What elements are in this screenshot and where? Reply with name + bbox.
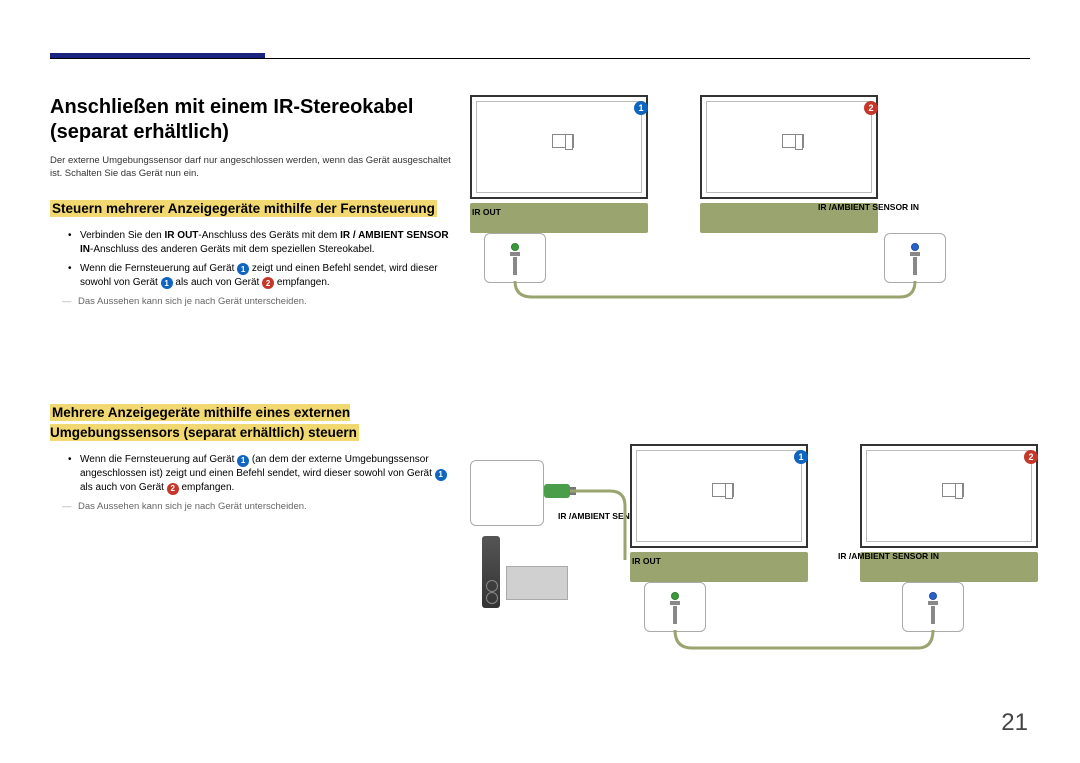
badge-2-icon: 2 [167,483,179,495]
section2-note: Das Aussehen kann sich je nach Gerät unt… [68,501,455,512]
section2-heading-wrap: Mehrere Anzeigegeräte mithilfe eines ext… [50,403,455,444]
badge-1-icon: 1 [237,455,249,467]
badge-1-icon: 1 [161,277,173,289]
section1-bullet2: Wenn die Fernsteuerung auf Gerät 1 zeigt… [68,262,455,290]
section2-bullet1: Wenn die Fernsteuerung auf Gerät 1 (an d… [68,453,455,495]
page-container: Anschließen mit einem IR-Stereokabel (se… [0,0,1080,763]
page-title: Anschließen mit einem IR-Stereokabel (se… [50,95,455,145]
text: -Anschluss des Geräts mit dem [198,230,340,241]
section1-heading: Steuern mehrerer Anzeigegeräte mithilfe … [50,200,437,217]
badge-1-icon: 1 [237,263,249,275]
diagram-2: IR /AMBIENT SENSOR IN 1 IR OUT 2 IR /AMB… [470,460,1040,690]
spacer [50,335,455,403]
section1-heading-wrap: Steuern mehrerer Anzeigegeräte mithilfe … [50,199,455,219]
text: -Anschluss des anderen Geräts mit dem sp… [90,244,375,255]
text: empfangen. [179,482,235,493]
text: als auch von Gerät [173,277,263,288]
section1-note: Das Aussehen kann sich je nach Gerät unt… [68,296,455,307]
bold: IR OUT [165,230,199,241]
cable-1-icon [470,95,1040,310]
intro-text: Der externe Umgebungssensor darf nur ang… [50,155,455,181]
text: empfangen. [274,277,330,288]
text: Wenn die Fernsteuerung auf Gerät [80,263,237,274]
diagram-1: 1 IR OUT 2 IR /AMBIENT SENSOR IN [470,95,1040,310]
section2-list: Wenn die Fernsteuerung auf Gerät 1 (an d… [68,453,455,495]
section2-heading: Mehrere Anzeigegeräte mithilfe eines ext… [50,404,359,441]
text: als auch von Gerät [80,482,167,493]
header-accent-bar [50,40,265,58]
section1-bullet1: Verbinden Sie den IR OUT-Anschluss des G… [68,229,455,257]
text: Verbinden Sie den [80,230,165,241]
left-column: Anschließen mit einem IR-Stereokabel (se… [50,95,455,540]
text: Wenn die Fernsteuerung auf Gerät [80,454,237,465]
page-number: 21 [1001,709,1028,737]
right-column: 1 IR OUT 2 IR /AMBIENT SENSOR IN IR /AMB… [470,95,1040,690]
header-rule [50,58,1030,59]
cables-2-icon [470,460,1050,690]
badge-2-icon: 2 [262,277,274,289]
badge-1-icon: 1 [435,469,447,481]
section1-list: Verbinden Sie den IR OUT-Anschluss des G… [68,229,455,290]
